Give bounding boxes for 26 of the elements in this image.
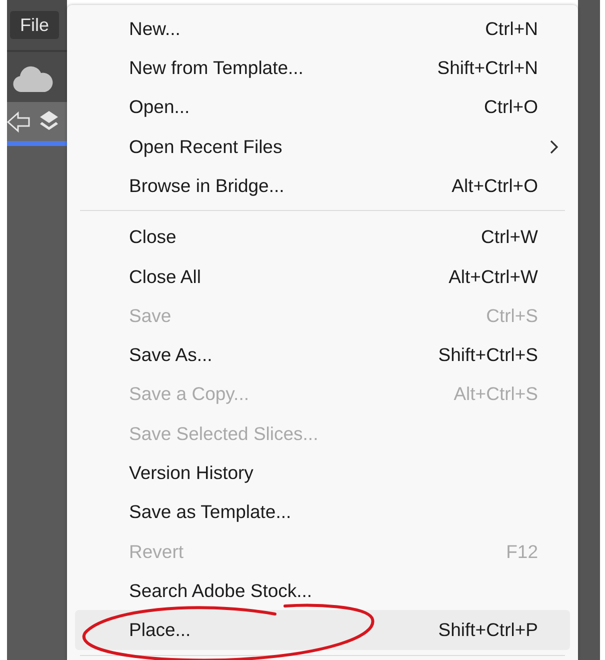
menu-item[interactable]: New from Template... Shift+Ctrl+N: [75, 48, 570, 88]
menu-item[interactable]: Close All Alt+Ctrl+W: [75, 256, 570, 296]
shortcut-text: Ctrl+N: [485, 16, 538, 41]
menu-item[interactable]: Save as Template...: [75, 492, 570, 532]
shortcut-text: Alt+Ctrl+O: [452, 174, 538, 198]
shortcut-text: Alt+Ctrl+S: [454, 382, 538, 406]
menu-item[interactable]: Open... Ctrl+O: [75, 88, 570, 127]
menu-item[interactable]: Close Ctrl+W: [75, 217, 570, 257]
menu-item[interactable]: Save As... Shift+Ctrl+S: [75, 335, 570, 375]
menu-item[interactable]: New... Ctrl+N: [75, 9, 570, 48]
shortcut-text: Shift+Ctrl+P: [438, 618, 538, 642]
menu-item[interactable]: Open Recent Files: [75, 126, 570, 166]
shortcut-text: Ctrl+W: [480, 225, 538, 250]
cloud-icon[interactable]: [13, 66, 53, 92]
shortcut-text: F12: [506, 540, 538, 564]
menu-item[interactable]: Place... Shift+Ctrl+P: [75, 610, 570, 650]
menu-item[interactable]: Search Adobe Stock...: [75, 571, 570, 610]
menu-bar-item[interactable]: File: [10, 11, 60, 39]
shortcut-text: Shift+Ctrl+N: [437, 56, 538, 80]
shortcut-text: Shift+Ctrl+S: [438, 343, 538, 368]
shortcut-text: Ctrl+S: [486, 304, 538, 328]
shortcut-text: Alt+Ctrl+W: [448, 264, 538, 289]
menu-item[interactable]: Browse in Bridge... Alt+Ctrl+O: [75, 166, 570, 206]
arrow-left-icon[interactable]: [7, 110, 31, 132]
shortcut-text: Ctrl+O: [484, 95, 538, 120]
menu-item[interactable]: Version History: [75, 453, 570, 493]
